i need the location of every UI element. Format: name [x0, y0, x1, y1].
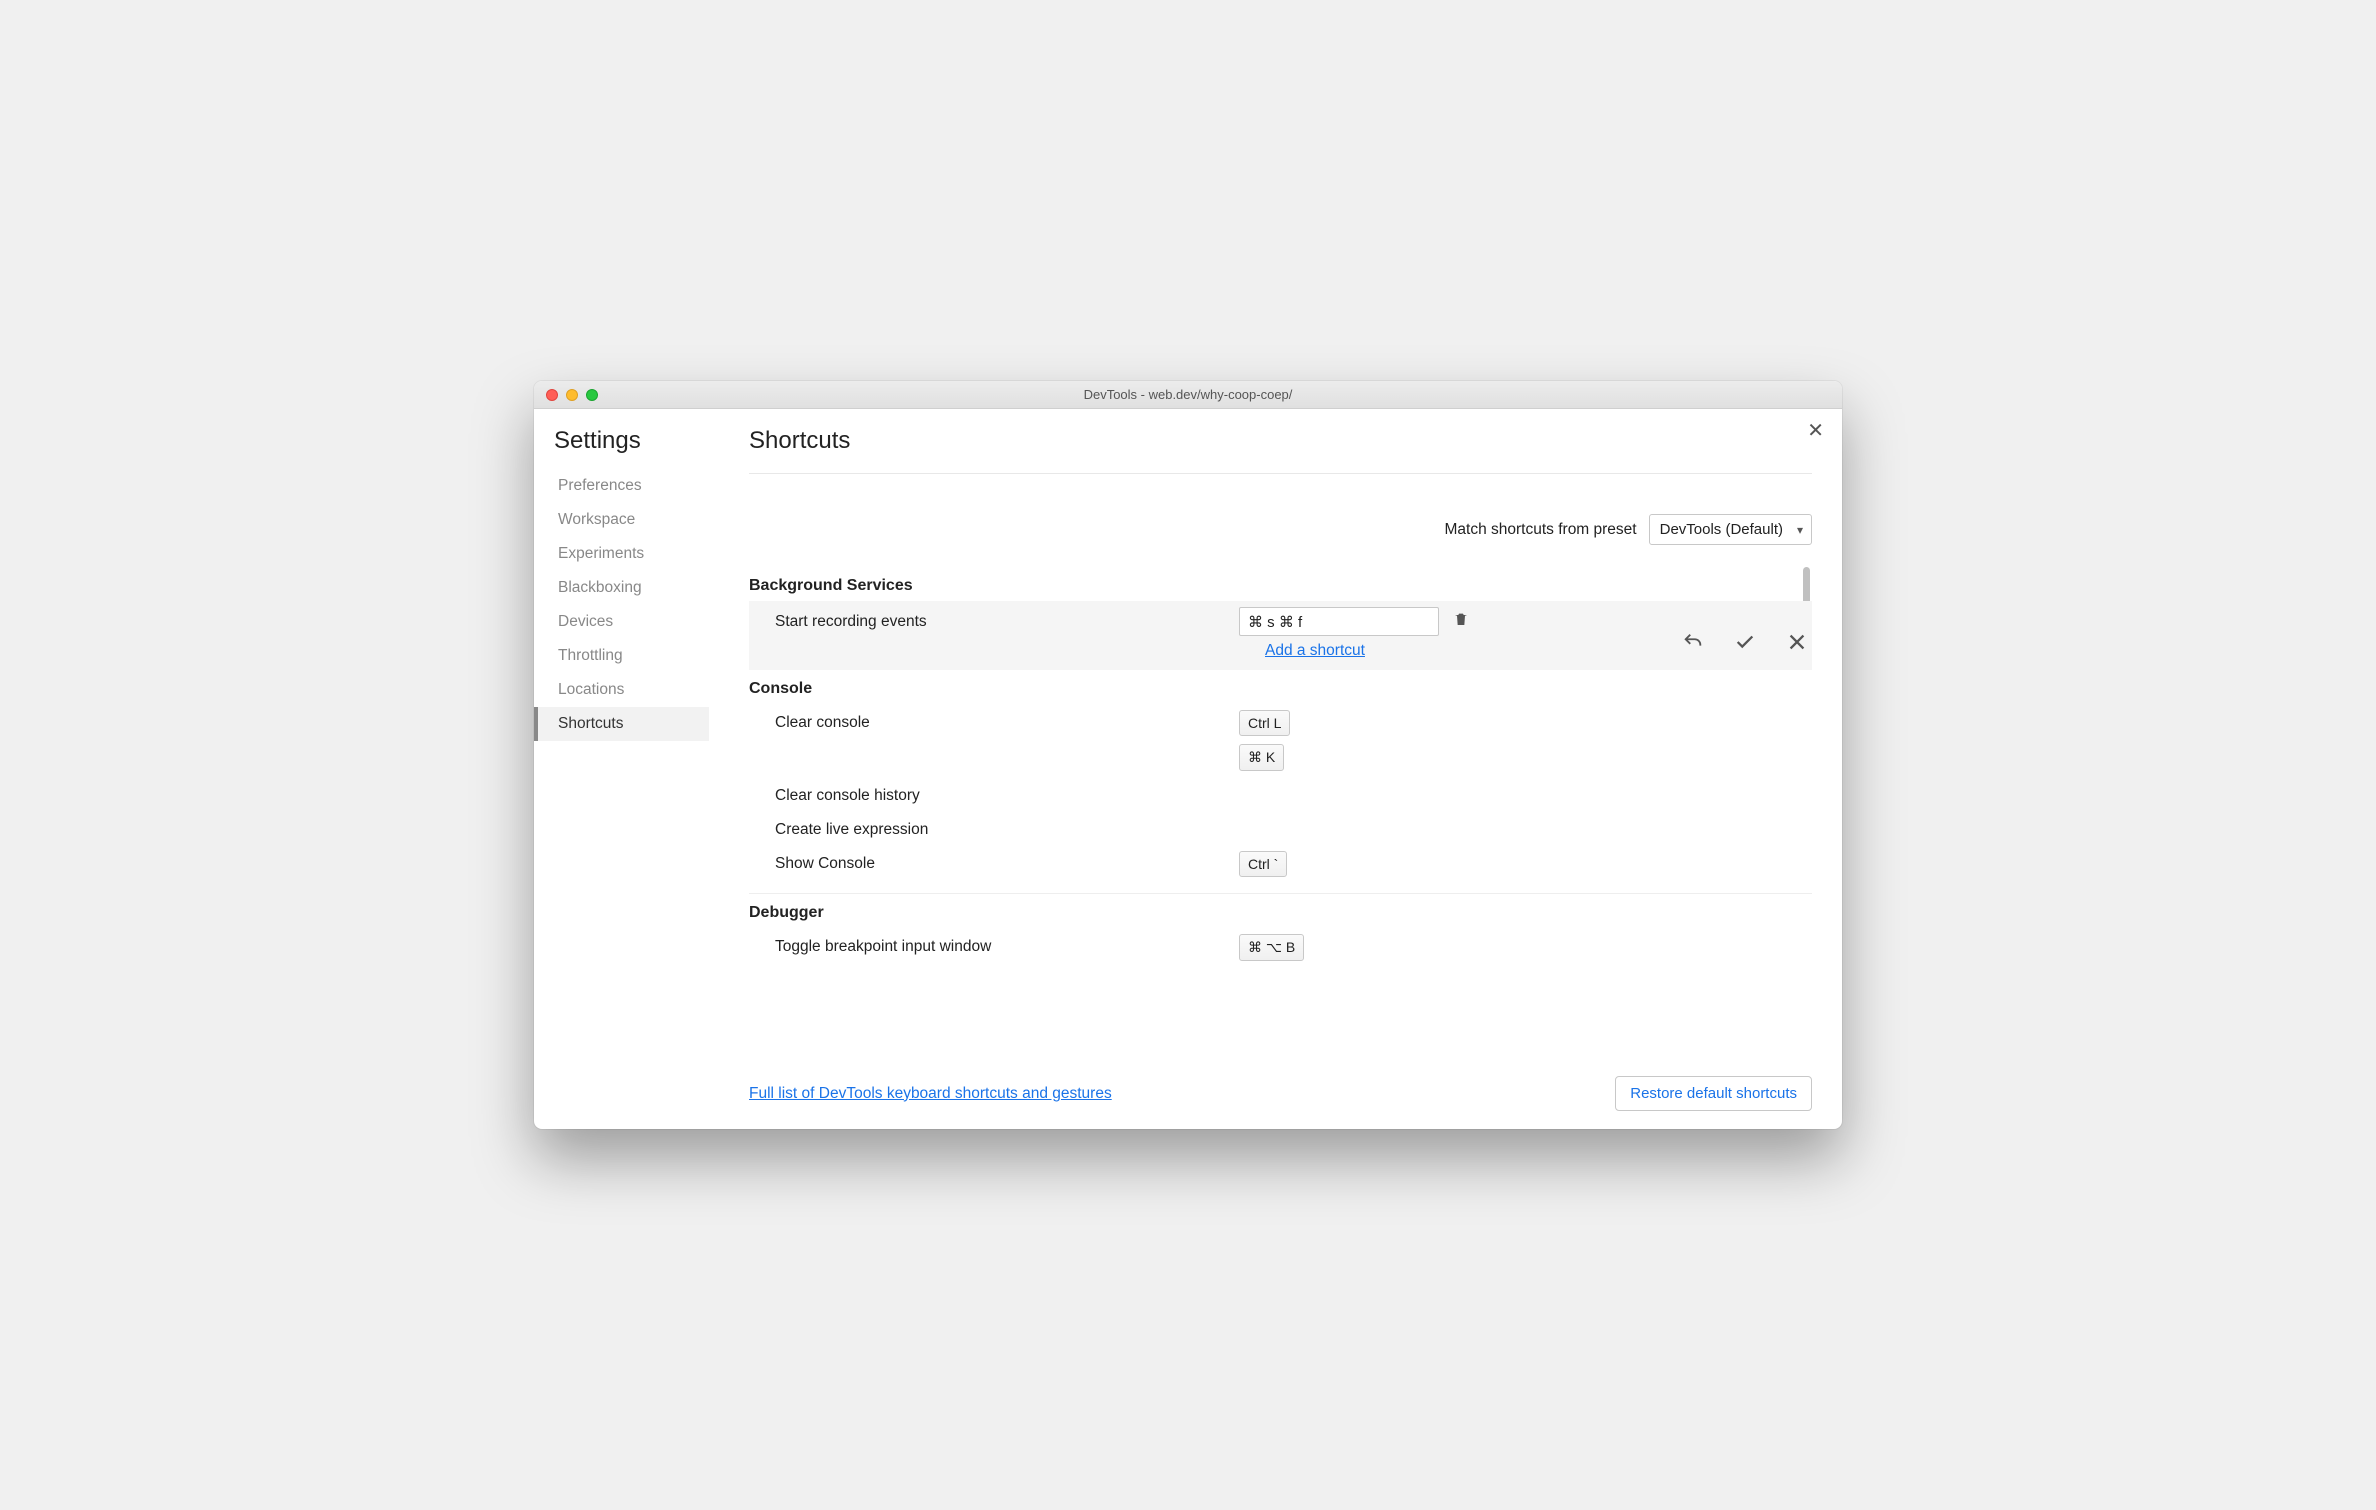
section-debugger: Debugger: [749, 894, 1812, 928]
undo-icon: [1682, 631, 1704, 653]
preset-select[interactable]: DevTools (Default): [1649, 514, 1812, 545]
shortcuts-scroll-area: Background Services Start recording even…: [749, 567, 1812, 1060]
sidebar-item-workspace[interactable]: Workspace: [534, 503, 709, 537]
shortcut-label: Show Console: [749, 851, 1239, 873]
section-console: Console: [749, 670, 1812, 704]
shortcut-label-start-recording: Start recording events: [749, 613, 1239, 631]
edit-actions: [1678, 627, 1812, 660]
full-list-link[interactable]: Full list of DevTools keyboard shortcuts…: [749, 1085, 1112, 1103]
sidebar-item-preferences[interactable]: Preferences: [534, 469, 709, 503]
sidebar-item-locations[interactable]: Locations: [534, 673, 709, 707]
check-icon: [1734, 631, 1756, 653]
traffic-lights: [534, 389, 598, 401]
shortcut-row-toggle-breakpoint[interactable]: Toggle breakpoint input window ⌘ ⌥ B: [749, 928, 1812, 967]
window-title: DevTools - web.dev/why-coop-coep/: [534, 387, 1842, 402]
shortcut-row-clear-console[interactable]: Clear console Ctrl L ⌘ K: [749, 704, 1812, 777]
sidebar: Settings Preferences Workspace Experimen…: [534, 409, 709, 1129]
content: ✕ Settings Preferences Workspace Experim…: [534, 409, 1842, 1129]
shortcut-key: ⌘ K: [1239, 744, 1284, 771]
sidebar-item-throttling[interactable]: Throttling: [534, 639, 709, 673]
sidebar-item-shortcuts[interactable]: Shortcuts: [534, 707, 709, 741]
shortcut-label: Toggle breakpoint input window: [749, 934, 1239, 956]
shortcut-key: Ctrl L: [1239, 710, 1290, 736]
window-close-icon[interactable]: [546, 389, 558, 401]
window-zoom-icon[interactable]: [586, 389, 598, 401]
shortcut-label: Create live expression: [749, 817, 1239, 839]
shortcut-key: ⌘ ⌥ B: [1239, 934, 1304, 961]
footer: Full list of DevTools keyboard shortcuts…: [749, 1060, 1812, 1111]
sidebar-item-experiments[interactable]: Experiments: [534, 537, 709, 571]
preset-value: DevTools (Default): [1660, 521, 1783, 538]
delete-shortcut-button[interactable]: [1453, 610, 1469, 633]
sidebar-item-blackboxing[interactable]: Blackboxing: [534, 571, 709, 605]
sidebar-item-devices[interactable]: Devices: [534, 605, 709, 639]
revert-button[interactable]: [1678, 627, 1708, 660]
shortcut-row-live-expression[interactable]: Create live expression: [749, 811, 1812, 845]
shortcut-label: Clear console history: [749, 783, 1239, 805]
confirm-button[interactable]: [1730, 627, 1760, 660]
edit-shortcut-group: Start recording events Add a shortcut: [749, 601, 1812, 670]
page-title: Shortcuts: [749, 427, 1812, 474]
window: DevTools - web.dev/why-coop-coep/ ✕ Sett…: [534, 381, 1842, 1129]
add-shortcut-link[interactable]: Add a shortcut: [1265, 642, 1365, 660]
section-background-services: Background Services: [749, 567, 1812, 601]
trash-icon: [1453, 610, 1469, 628]
shortcut-row-clear-history[interactable]: Clear console history: [749, 777, 1812, 811]
shortcut-label: Clear console: [749, 710, 1239, 732]
shortcut-input[interactable]: [1239, 607, 1439, 636]
shortcut-key: Ctrl `: [1239, 851, 1287, 877]
sidebar-list: Preferences Workspace Experiments Blackb…: [554, 469, 709, 741]
shortcut-row-show-console[interactable]: Show Console Ctrl `: [749, 845, 1812, 883]
window-minimize-icon[interactable]: [566, 389, 578, 401]
main-panel: Shortcuts Match shortcuts from preset De…: [709, 409, 1842, 1129]
close-icon: [1786, 631, 1808, 653]
cancel-button[interactable]: [1782, 627, 1812, 660]
sidebar-heading: Settings: [554, 427, 709, 455]
titlebar: DevTools - web.dev/why-coop-coep/: [534, 381, 1842, 409]
preset-label: Match shortcuts from preset: [1445, 521, 1637, 539]
preset-row: Match shortcuts from preset DevTools (De…: [749, 474, 1812, 567]
restore-defaults-button[interactable]: Restore default shortcuts: [1615, 1076, 1812, 1111]
